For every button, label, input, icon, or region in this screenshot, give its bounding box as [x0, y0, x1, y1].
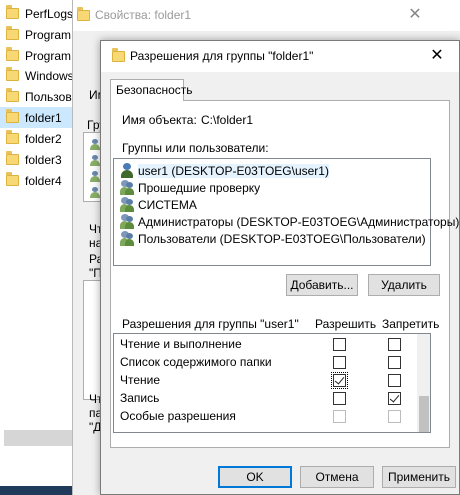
- folder-icon: [6, 151, 19, 165]
- permissions-dialog-titlebar: Разрешения для группы "folder1" ✕: [101, 41, 459, 72]
- user-icon: [90, 139, 100, 150]
- close-icon[interactable]: ✕: [419, 43, 455, 69]
- permission-name: Особые разрешения: [120, 409, 236, 423]
- principal-name: Прошедшие проверку: [138, 180, 261, 195]
- tree-item-label: Windows: [25, 68, 72, 83]
- add-button[interactable]: Добавить...: [286, 274, 358, 296]
- object-name-value: C:\folder1: [201, 113, 254, 127]
- apply-button[interactable]: Применить: [382, 466, 456, 488]
- tree-item-label: Program Files (x86): [25, 48, 72, 63]
- user-icon: [90, 155, 100, 166]
- user-icon: [90, 187, 100, 198]
- list-item-administrators[interactable]: Администраторы (DESKTOP-E03TOEG\Админист…: [120, 213, 459, 230]
- group-icon: [120, 197, 134, 212]
- folder-icon: [6, 26, 19, 40]
- user-icon: [90, 171, 100, 182]
- permissions-dialog: Разрешения для группы "folder1" ✕ Безопа…: [100, 40, 460, 495]
- folder-icon: [77, 7, 90, 21]
- permission-name: Запись: [120, 391, 160, 405]
- user-icon: [120, 163, 134, 178]
- remove-button[interactable]: Удалить: [368, 274, 440, 296]
- deny-checkbox[interactable]: [388, 338, 401, 351]
- tree-item-label: folder4: [25, 173, 62, 188]
- permission-row: Запись: [114, 389, 418, 407]
- close-icon[interactable]: ✕: [403, 4, 427, 26]
- tree-item-users[interactable]: Пользователи: [0, 86, 72, 107]
- permissions-grid: Чтение и выполнение Список содержимого п…: [113, 333, 431, 433]
- permission-row: Чтение: [114, 371, 418, 389]
- folder-icon: [6, 67, 19, 81]
- list-item-system[interactable]: СИСТЕМА: [120, 196, 197, 213]
- folder-icon: [6, 88, 19, 102]
- permissions-dialog-title: Разрешения для группы "folder1": [130, 49, 314, 63]
- tree-item-label: Пользователи: [25, 89, 72, 104]
- principals-list[interactable]: user1 (DESKTOP-E03TOEG\user1) Прошедшие …: [113, 158, 459, 266]
- tree-item-label: Program Files: [25, 27, 72, 42]
- permission-name: Чтение и выполнение: [120, 337, 242, 351]
- principal-name: Пользователи (DESKTOP-E03TOEG\Пользовате…: [138, 231, 426, 246]
- principal-name: СИСТЕМА: [138, 197, 197, 212]
- group-icon: [120, 231, 134, 246]
- ok-button[interactable]: OK: [218, 466, 292, 488]
- horizontal-scrollbar[interactable]: [4, 430, 72, 446]
- allow-checkbox[interactable]: [333, 338, 346, 351]
- deny-column-header: Запретить: [382, 317, 440, 331]
- allow-checkbox[interactable]: [333, 392, 346, 405]
- allow-checkbox: [333, 410, 346, 423]
- properties-dialog-title: Свойства: folder1: [95, 8, 192, 22]
- list-item-users[interactable]: Пользователи (DESKTOP-E03TOEG\Пользовате…: [120, 230, 426, 247]
- group-icon: [120, 214, 134, 229]
- tree-item-program-files[interactable]: Program Files: [0, 24, 72, 45]
- tree-item-program-files-x86[interactable]: Program Files (x86): [0, 45, 72, 66]
- tree-item-folder3[interactable]: folder3: [0, 149, 72, 170]
- explorer-folder-tree: PerfLogs Program Files Program Files (x8…: [0, 0, 72, 495]
- tree-item-label: folder2: [25, 131, 62, 146]
- deny-checkbox[interactable]: [388, 356, 401, 369]
- cancel-button[interactable]: Отмена: [300, 466, 374, 488]
- scrollbar-thumb[interactable]: [419, 396, 429, 432]
- tree-item-folder4[interactable]: folder4: [0, 170, 72, 191]
- tree-item-folder1[interactable]: folder1: [0, 107, 72, 128]
- allow-column-header: Разрешить: [315, 317, 377, 331]
- list-item-authenticated-users[interactable]: Прошедшие проверку: [120, 179, 260, 196]
- permission-row: Чтение и выполнение: [114, 335, 418, 353]
- tree-item-label: PerfLogs: [25, 6, 72, 21]
- object-name-label: Имя объекта:: [122, 113, 197, 127]
- taskbar: [0, 486, 72, 495]
- permissions-for-label: Разрешения для группы "user1": [122, 317, 299, 331]
- tree-item-label: folder3: [25, 152, 62, 167]
- folder-icon: [6, 172, 19, 186]
- allow-checkbox[interactable]: [333, 356, 346, 369]
- deny-checkbox: [388, 410, 401, 423]
- deny-checkbox[interactable]: [388, 392, 401, 405]
- principal-name: Администраторы (DESKTOP-E03TOEG\Админист…: [138, 214, 460, 229]
- permissions-scrollbar[interactable]: [417, 334, 430, 432]
- tree-item-label: folder1: [25, 110, 62, 125]
- principal-name: user1 (DESKTOP-E03TOEG\user1): [138, 163, 329, 178]
- tab-security[interactable]: Безопасность: [110, 79, 193, 101]
- list-item-user1[interactable]: user1 (DESKTOP-E03TOEG\user1): [120, 162, 329, 179]
- groups-label: Группы или пользователи:: [122, 141, 269, 155]
- permission-name: Список содержимого папки: [120, 355, 272, 369]
- folder-icon: [112, 48, 125, 62]
- folder-icon: [6, 109, 19, 123]
- deny-checkbox[interactable]: [388, 374, 401, 387]
- allow-checkbox[interactable]: [331, 372, 348, 389]
- properties-dialog-titlebar: Свойства: folder1 ✕: [73, 0, 460, 31]
- group-icon: [120, 180, 134, 195]
- tree-item-windows[interactable]: Windows: [0, 65, 72, 86]
- folder-icon: [6, 47, 19, 61]
- permission-row: Список содержимого папки: [114, 353, 418, 371]
- tree-item-perflogs[interactable]: PerfLogs: [0, 3, 72, 24]
- folder-icon: [6, 130, 19, 144]
- permission-name: Чтение: [120, 373, 161, 387]
- tree-item-folder2[interactable]: folder2: [0, 128, 72, 149]
- permission-row: Особые разрешения: [114, 407, 418, 425]
- folder-icon: [6, 5, 19, 19]
